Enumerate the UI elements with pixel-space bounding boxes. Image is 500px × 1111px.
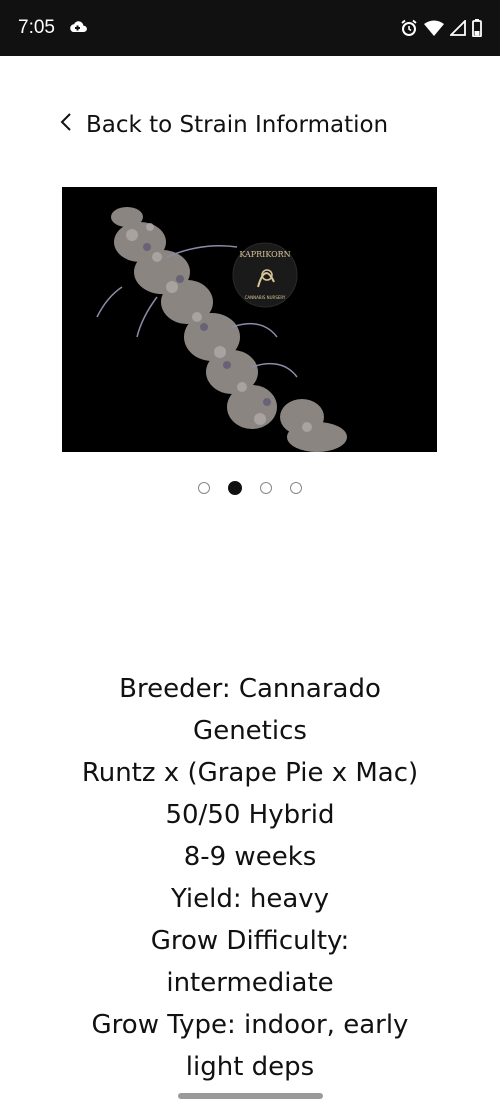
strain-details: Breeder: Cannarado Genetics Runtz x (Gra… (0, 668, 500, 1088)
detail-line: Yield: heavy (170, 884, 330, 914)
strain-photo[interactable]: KAPRIKORN CANNABIS NURSERY (62, 187, 437, 452)
carousel-dot-2[interactable] (228, 481, 242, 495)
detail-line: intermediate (166, 968, 334, 998)
detail-line: Genetics (193, 716, 307, 746)
carousel-dot-4[interactable] (290, 482, 302, 494)
carousel-pagination (0, 481, 500, 495)
cloud-game-icon (69, 21, 87, 35)
carousel-dot-1[interactable] (198, 482, 210, 494)
carousel-dot-3[interactable] (260, 482, 272, 494)
detail-line: Runtz x (Grape Pie x Mac) (81, 758, 419, 788)
status-time: 7:05 (18, 17, 55, 38)
detail-line: light deps (185, 1052, 315, 1082)
alarm-icon (400, 19, 418, 37)
logo-subtext: CANNABIS NURSERY (245, 295, 286, 300)
detail-line: Grow Difficulty: (150, 926, 350, 956)
back-to-strain-information-link[interactable]: Back to Strain Information (60, 112, 388, 138)
detail-line: Breeder: Cannarado (119, 674, 381, 704)
logo-text: KAPRIKORN (239, 250, 290, 259)
status-bar: 7:05 (0, 0, 500, 56)
wifi-icon (424, 20, 444, 36)
home-indicator[interactable] (178, 1093, 323, 1099)
status-left: 7:05 (18, 17, 87, 39)
back-label: Back to Strain Information (86, 112, 389, 138)
signal-icon (450, 20, 466, 36)
battery-icon (472, 19, 482, 37)
detail-line: 50/50 Hybrid (165, 800, 335, 830)
detail-line: Grow Type: indoor, early (91, 1010, 409, 1040)
chevron-left-icon (60, 112, 72, 138)
detail-line: 8-9 weeks (183, 842, 317, 872)
status-right (400, 19, 482, 37)
